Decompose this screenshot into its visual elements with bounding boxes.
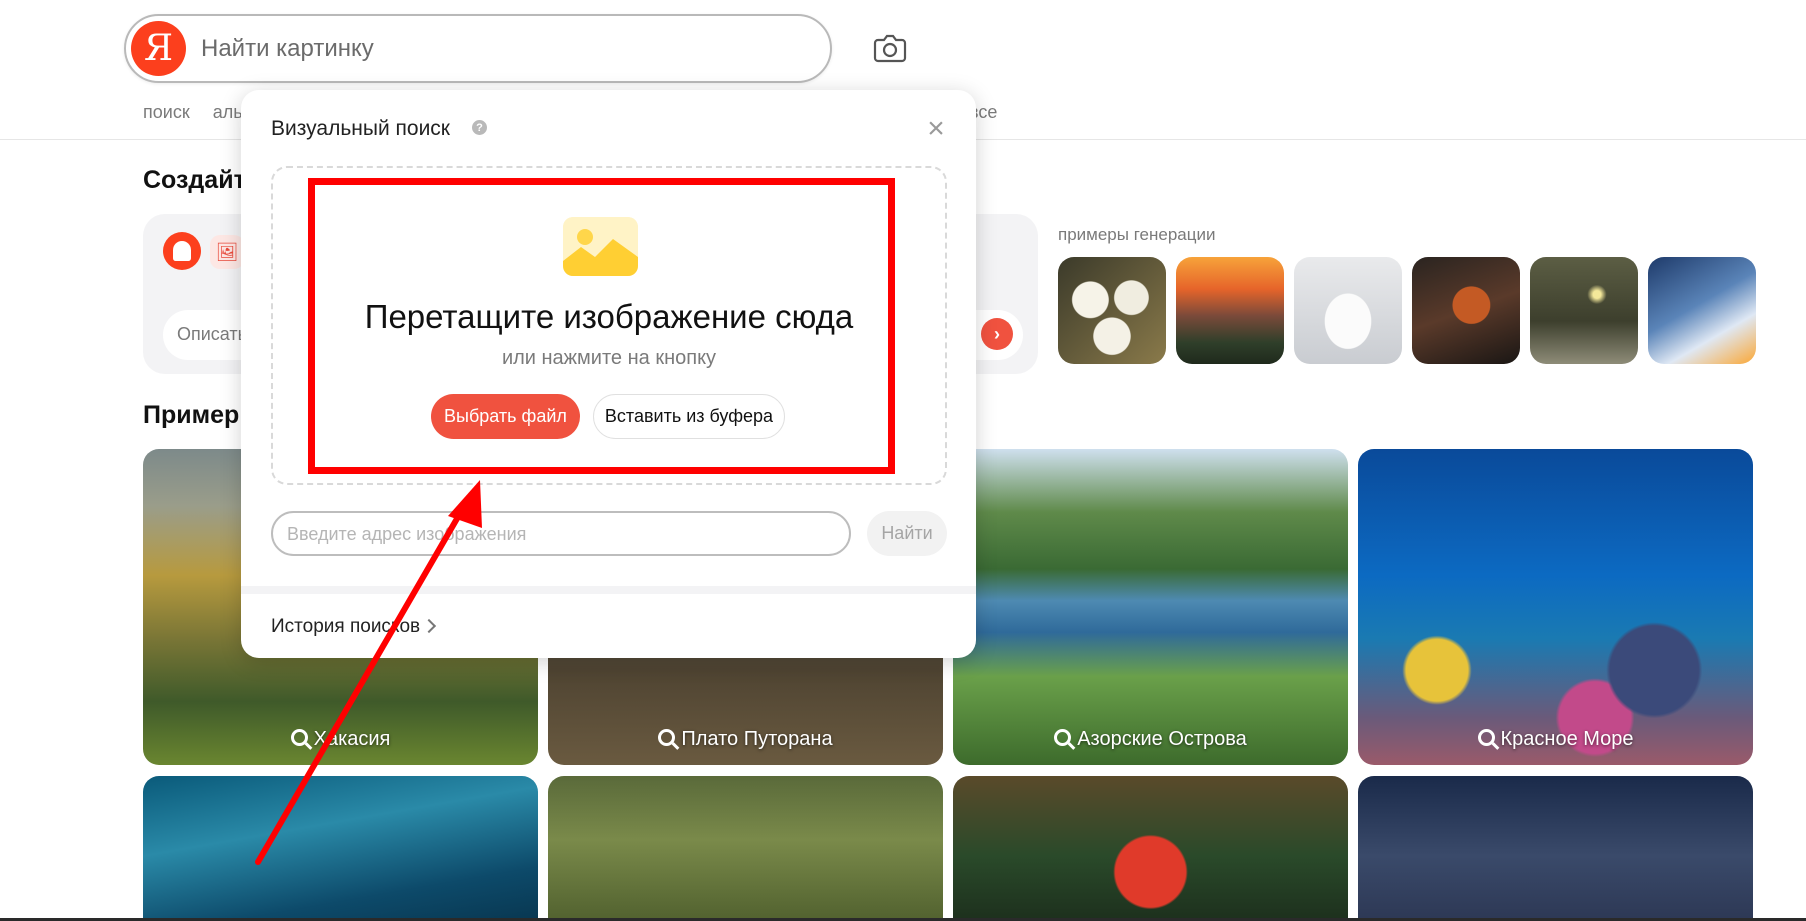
chevron-right-icon: [422, 618, 437, 634]
tile-whale[interactable]: [143, 776, 538, 921]
alice-icon[interactable]: [163, 232, 201, 270]
tab-search[interactable]: поиск: [143, 102, 190, 123]
tile-label: Хакасия: [143, 728, 538, 751]
popular-section-title: Пример: [143, 401, 240, 429]
tile-label: Красное Море: [1358, 728, 1753, 751]
modal-title: Визуальный поиск: [271, 117, 450, 140]
search-bar[interactable]: Я Найти картинку: [124, 14, 832, 83]
image-url-input[interactable]: Введите адрес изображения: [271, 511, 851, 556]
close-icon[interactable]: ×: [924, 114, 948, 144]
find-button[interactable]: Найти: [867, 511, 947, 556]
example-thumb-night-street[interactable]: [1530, 257, 1638, 364]
example-thumb-apples[interactable]: [1058, 257, 1166, 364]
example-thumb-sunset[interactable]: [1176, 257, 1284, 364]
search-icon: [1054, 729, 1072, 746]
modal-separator: [241, 586, 976, 594]
tile-santa[interactable]: [953, 776, 1348, 921]
tile-reindeer[interactable]: [548, 776, 943, 921]
search-input[interactable]: Найти картинку: [201, 35, 374, 63]
yandex-logo[interactable]: Я: [131, 21, 186, 76]
camera-icon[interactable]: [872, 32, 908, 64]
image-generate-icon[interactable]: 🖼: [210, 235, 244, 269]
tile-dragon[interactable]: [1358, 776, 1753, 921]
help-icon[interactable]: ?: [472, 120, 487, 135]
annotation-highlight-box: [308, 178, 895, 474]
tile-red-sea[interactable]: Красное Море: [1358, 449, 1753, 765]
tile-label: Плато Путорана: [548, 728, 943, 751]
example-thumb-cat[interactable]: [1294, 257, 1402, 364]
search-icon: [1477, 729, 1495, 746]
tile-label: Азорские Острова: [953, 728, 1348, 751]
generation-examples-label: примеры генерации: [1058, 225, 1216, 244]
create-section-title: Создайт: [143, 166, 246, 194]
search-icon: [658, 729, 676, 746]
tile-azores[interactable]: Азорские Острова: [953, 449, 1348, 765]
search-history-link[interactable]: История поисков: [271, 616, 437, 638]
tab-alice[interactable]: аль: [213, 102, 243, 123]
describe-submit-button[interactable]: ›: [981, 318, 1013, 350]
example-thumb-horse[interactable]: [1412, 257, 1520, 364]
search-icon: [290, 729, 308, 746]
example-thumb-winter[interactable]: [1648, 257, 1756, 364]
